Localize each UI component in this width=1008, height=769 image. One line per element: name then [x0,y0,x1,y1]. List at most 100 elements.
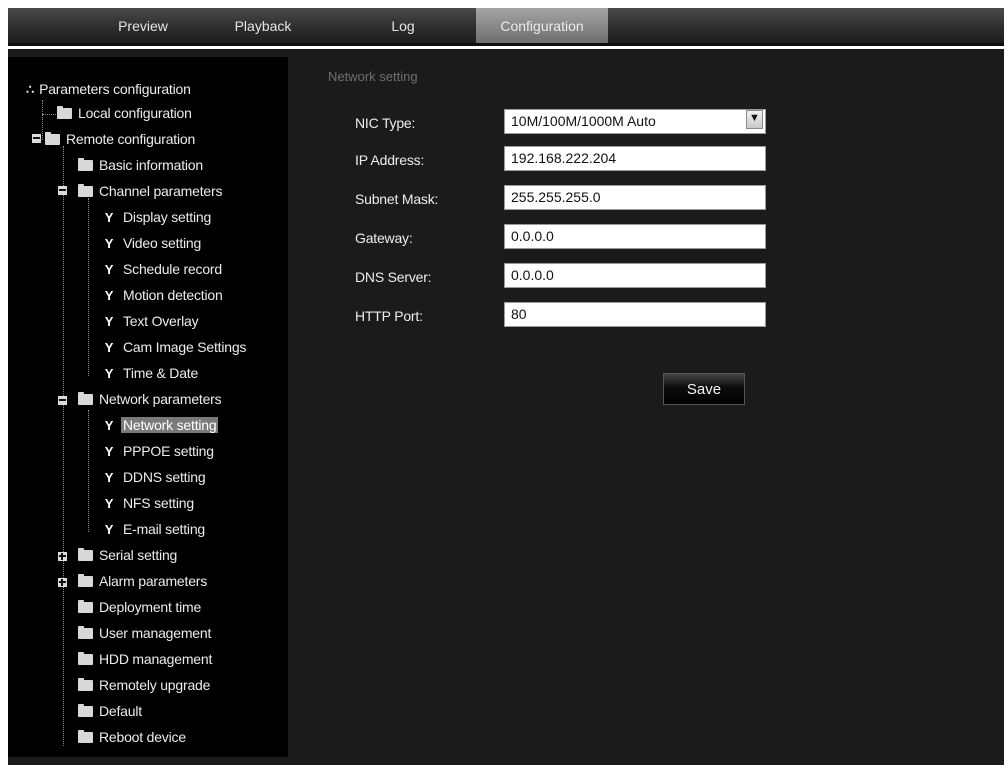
tree-item-label: Basic information [99,157,203,173]
tab-log[interactable]: Log [348,8,458,43]
tree-item-default[interactable]: Default [78,701,144,721]
tree-connector [42,114,56,115]
tree-item-label: Reboot device [99,729,186,745]
wrench-icon: Y [104,522,114,537]
tree-item-motion-detection[interactable]: Y Motion detection [103,285,225,305]
folder-icon [78,652,93,665]
http-port-field[interactable]: 80 [504,302,766,327]
tree-item-video-setting[interactable]: Y Video setting [103,233,203,253]
save-button[interactable]: Save [663,373,745,405]
chevron-down-icon[interactable]: ▼ [746,110,763,129]
folder-icon [78,184,93,197]
tree-item-schedule-record[interactable]: Y Schedule record [103,259,224,279]
tree-connector [88,410,89,532]
tree-item-label: Display setting [123,209,212,225]
wrench-icon: Y [104,262,114,277]
tree-connector [42,100,43,140]
tree-item-display-setting[interactable]: Y Display setting [103,207,213,227]
wrench-icon: Y [104,418,114,433]
tree-item-network-parameters[interactable]: Network parameters [78,389,223,409]
collapse-network-parameters-icon[interactable] [58,396,67,405]
tree-item-alarm-parameters[interactable]: Alarm parameters [78,571,209,591]
tree-item-network-setting[interactable]: Y Network setting [103,415,219,435]
expand-serial-setting-icon[interactable] [58,552,67,561]
tree-item-label: Cam Image Settings [123,339,247,355]
folder-icon [78,704,93,717]
folder-icon [45,132,60,145]
tree-item-ddns-setting[interactable]: Y DDNS setting [103,467,207,487]
top-tab-bar: Preview Playback Log Configuration [8,8,1004,46]
tree-item-deployment-time[interactable]: Deployment time [78,597,203,617]
tree-connector [63,146,64,746]
tree-item-user-management[interactable]: User management [78,623,213,643]
folder-icon [78,548,93,561]
tree-item-serial-setting[interactable]: Serial setting [78,545,179,565]
tab-playback[interactable]: Playback [218,8,308,43]
collapse-channel-parameters-icon[interactable] [58,186,67,195]
tree-item-cam-image-settings[interactable]: Y Cam Image Settings [103,337,248,357]
folder-icon [78,574,93,587]
folder-icon [78,626,93,639]
ip-address-field[interactable]: 192.168.222.204 [504,146,766,171]
tree-item-label: HDD management [99,651,213,667]
collapse-remote-configuration-icon[interactable] [32,134,41,143]
tree-item-label: Local configuration [78,105,192,121]
tab-configuration[interactable]: Configuration [476,8,608,43]
tree-item-label: Text Overlay [123,313,199,329]
tree-root-label: Parameters configuration [39,81,191,97]
tree-item-label: PPPOE setting [123,443,214,459]
folder-icon [78,158,93,171]
tree-item-label: NFS setting [123,495,194,511]
wrench-icon: Y [104,470,114,485]
dns-server-field[interactable]: 0.0.0.0 [504,263,766,288]
tree-item-label: Video setting [123,235,202,251]
tree-item-time-date[interactable]: Y Time & Date [103,363,200,383]
folder-icon [78,678,93,691]
gateway-field[interactable]: 0.0.0.0 [504,224,766,249]
wrench-icon: Y [104,496,114,511]
tree-item-channel-parameters[interactable]: Channel parameters [78,181,224,201]
dns-server-label: DNS Server: [355,269,432,285]
tab-preview[interactable]: Preview [83,8,203,43]
subnet-mask-label: Subnet Mask: [355,191,439,207]
expand-alarm-parameters-icon[interactable] [58,578,67,587]
tree-item-label: Serial setting [99,547,178,563]
tree-item-label: Network parameters [99,391,222,407]
tree-item-label: DDNS setting [123,469,206,485]
wrench-icon: Y [104,444,114,459]
section-title: Network setting [328,69,418,84]
tree-item-label: Time & Date [123,365,199,381]
tree-item-label: Remotely upgrade [99,677,211,693]
folder-icon [78,600,93,613]
tree-item-label: Schedule record [123,261,222,277]
tree-item-hdd-management[interactable]: HDD management [78,649,214,669]
wrench-icon: Y [104,236,114,251]
tree-item-reboot-device[interactable]: Reboot device [78,727,188,747]
tree-item-label: User management [99,625,212,641]
folder-icon [78,392,93,405]
tree-item-nfs-setting[interactable]: Y NFS setting [103,493,196,513]
wrench-icon: Y [104,288,114,303]
tree-item-basic-information[interactable]: Basic information [78,155,205,175]
tree-item-email-setting[interactable]: Y E-mail setting [103,519,207,539]
tree-root[interactable]: ∴ Parameters configuration [26,79,193,99]
tree-item-remotely-upgrade[interactable]: Remotely upgrade [78,675,212,695]
folder-icon [78,730,93,743]
gateway-label: Gateway: [355,230,413,246]
wrench-icon: Y [104,366,114,381]
tree-item-pppoe-setting[interactable]: Y PPPOE setting [103,441,216,461]
tree-item-label: Default [99,703,142,719]
tree-item-label: E-mail setting [123,521,206,537]
tree-item-label: Remote configuration [66,131,196,147]
tree-item-local-configuration[interactable]: Local configuration [57,103,194,123]
ip-address-label: IP Address: [355,152,425,168]
folder-icon [57,106,72,119]
tree-item-label: Network setting [121,417,219,433]
subnet-mask-field[interactable]: 255.255.255.0 [504,185,766,210]
wrench-icon: Y [104,210,114,225]
tree-connector [88,198,89,376]
nic-type-select[interactable]: 10M/100M/1000M Auto [504,109,766,134]
tree-item-text-overlay[interactable]: Y Text Overlay [103,311,200,331]
tree-item-remote-configuration[interactable]: Remote configuration [45,129,197,149]
tree-item-label: Motion detection [123,287,223,303]
